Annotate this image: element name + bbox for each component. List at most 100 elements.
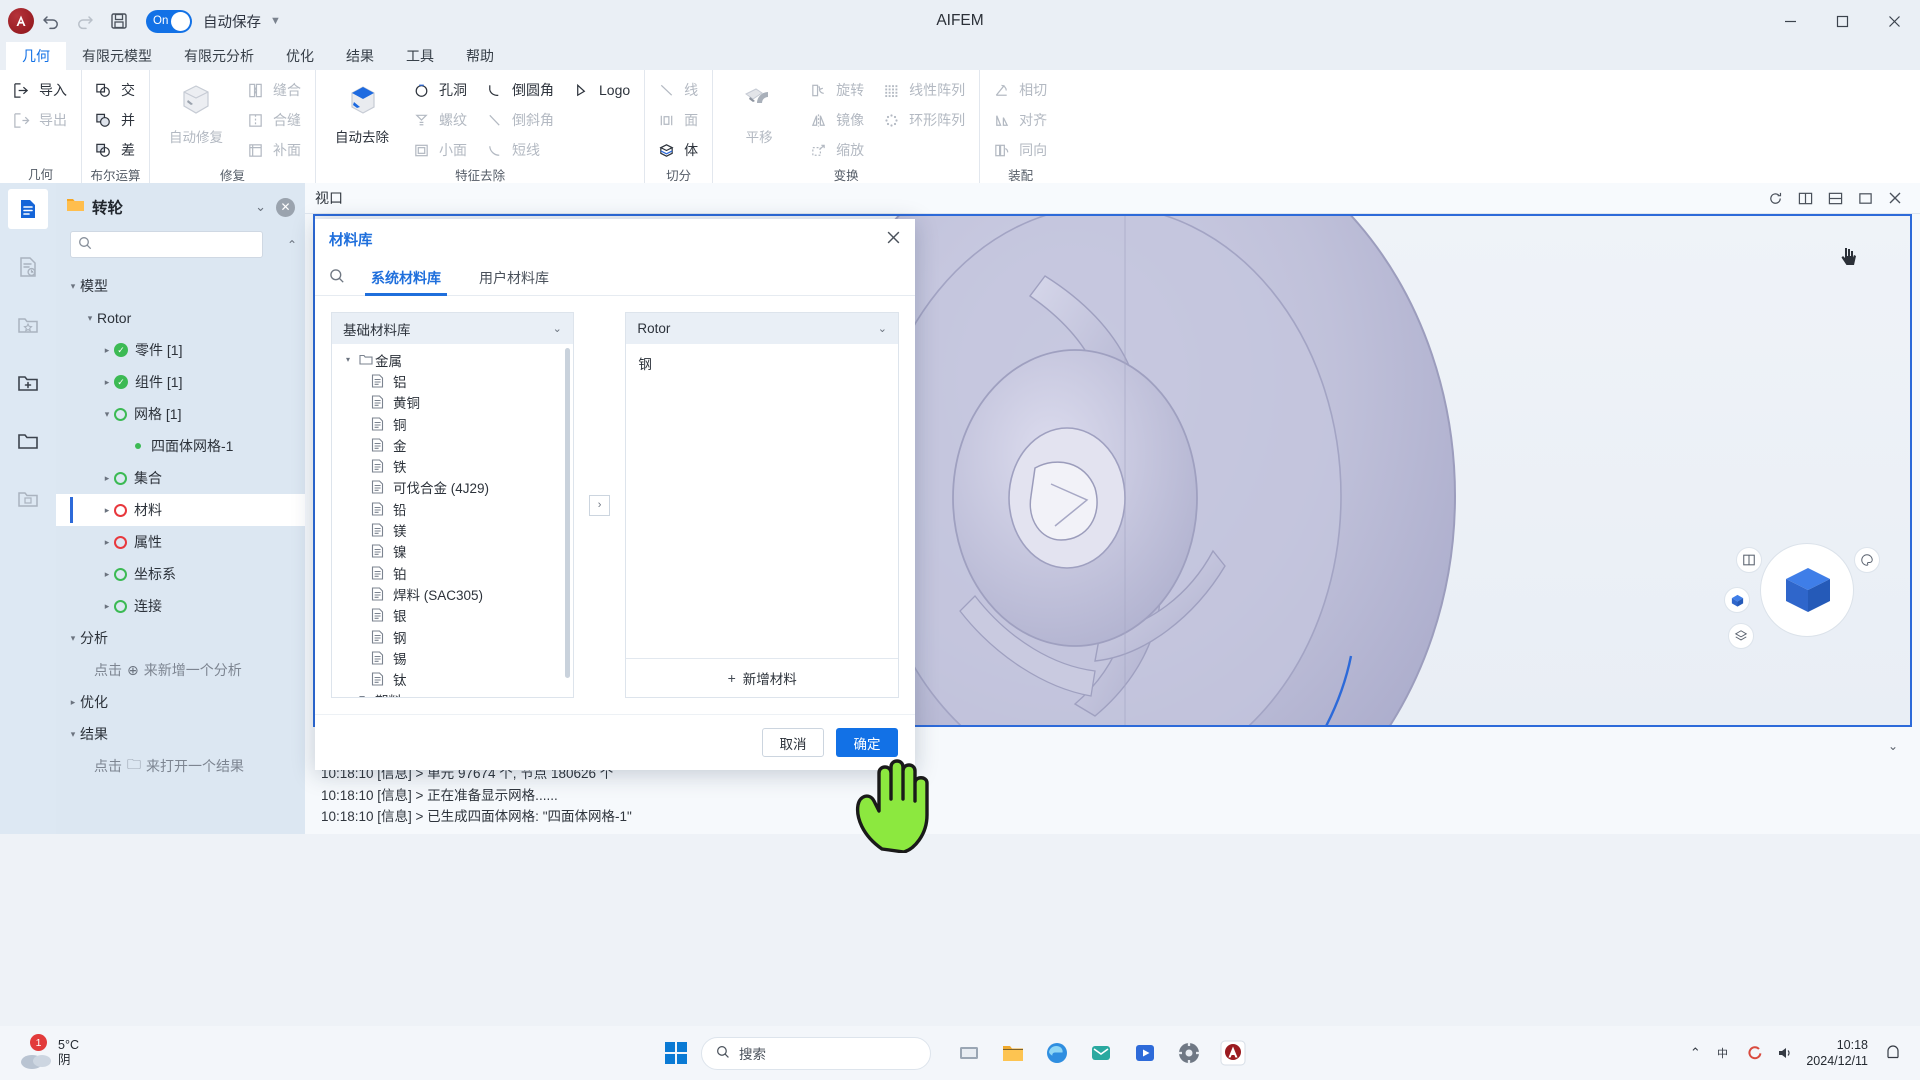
fillet-button[interactable]: 倒圆角 — [477, 75, 564, 105]
windows-start-icon[interactable] — [665, 1042, 687, 1064]
chevron-down-icon[interactable]: ▾ — [100, 409, 114, 420]
menu-tab-2[interactable]: 有限元分析 — [168, 42, 270, 70]
material-group-row[interactable]: ▸塑料 — [332, 690, 573, 697]
save-icon[interactable] — [102, 6, 136, 36]
material-item-row[interactable]: 镍 — [332, 541, 573, 562]
translate-button[interactable]: 平移 — [717, 75, 801, 146]
maximize-icon[interactable] — [1850, 185, 1880, 211]
rail-history-button[interactable] — [8, 247, 48, 287]
short-edge-button[interactable]: 短线 — [477, 135, 564, 165]
menu-tab-1[interactable]: 有限元模型 — [66, 42, 168, 70]
chevron-right-icon[interactable]: ▸ — [340, 696, 356, 697]
tree-node-网格1[interactable]: ▾网格 [1] — [56, 398, 305, 430]
chevron-down-icon[interactable]: ▾ — [66, 633, 80, 644]
minimize-button[interactable] — [1764, 0, 1816, 42]
menu-tab-5[interactable]: 工具 — [390, 42, 450, 70]
linear-pattern-button[interactable]: 线性阵列 — [874, 75, 975, 105]
tangent-button[interactable]: 相切 — [984, 75, 1057, 105]
intersect-button[interactable]: 交 — [86, 75, 145, 105]
tree-node-四面体网格-1[interactable]: 四面体网格-1 — [56, 430, 305, 462]
plus-circle-icon[interactable]: ⊕ — [127, 662, 139, 679]
material-item-row[interactable]: 黄铜 — [332, 392, 573, 413]
chevron-right-icon[interactable]: ▸ — [100, 601, 114, 612]
video-player-icon[interactable] — [1123, 1033, 1167, 1073]
merge-seam-button[interactable]: 合缝 — [238, 105, 311, 135]
material-item-row[interactable]: 铂 — [332, 562, 573, 583]
patch-face-button[interactable]: 补面 — [238, 135, 311, 165]
material-item-row[interactable]: 镁 — [332, 519, 573, 540]
stitch-button[interactable]: 缝合 — [238, 75, 311, 105]
chevron-down-icon[interactable]: ▾ — [340, 355, 356, 364]
sogou-icon[interactable] — [1740, 1036, 1770, 1070]
chevron-down-icon[interactable]: ▾ — [66, 281, 80, 292]
palette-icon[interactable] — [1854, 547, 1880, 573]
view-split-icon[interactable] — [1736, 547, 1762, 573]
ime-icon[interactable]: 中 — [1710, 1036, 1740, 1070]
assigned-material-list[interactable]: 钢 — [626, 344, 898, 658]
subtract-button[interactable]: 差 — [86, 135, 145, 165]
taskbar-search-box[interactable]: 搜索 — [701, 1037, 931, 1070]
logo-button[interactable]: Logo — [564, 75, 640, 105]
material-item-row[interactable]: 铅 — [332, 498, 573, 519]
assigned-material-item[interactable]: 钢 — [638, 353, 886, 373]
tree-node-零件1[interactable]: ▸✓零件 [1] — [56, 334, 305, 366]
tree-node-优化[interactable]: ▸优化 — [56, 686, 305, 718]
tree-node-组件1[interactable]: ▸✓组件 [1] — [56, 366, 305, 398]
material-tree[interactable]: ▾金属铝黄铜铜金铁可伐合金 (4J29)铅镁镍铂焊料 (SAC305)银钢锡钛▸… — [332, 344, 573, 697]
material-item-row[interactable]: 可伐合金 (4J29) — [332, 477, 573, 498]
undo-icon[interactable] — [34, 6, 68, 36]
mirror-button[interactable]: 镜像 — [801, 105, 874, 135]
chevron-right-icon[interactable]: ▸ — [66, 697, 80, 708]
close-icon[interactable] — [886, 230, 901, 250]
union-button[interactable]: 并 — [86, 105, 145, 135]
add-material-button[interactable]: + 新增材料 — [626, 658, 898, 697]
align-button[interactable]: 对齐 — [984, 105, 1057, 135]
settings-gear-icon[interactable] — [1167, 1033, 1211, 1073]
rail-archive-folder-button[interactable] — [8, 479, 48, 519]
rail-add-folder-button[interactable] — [8, 363, 48, 403]
import-button[interactable]: 导入 — [4, 75, 77, 105]
base-library-selector[interactable]: 基础材料库 ⌄ — [332, 313, 573, 344]
line-button[interactable]: 线 — [649, 75, 708, 105]
tab-system-material-library[interactable]: 系统材料库 — [365, 260, 447, 296]
autosave-toggle[interactable]: On — [146, 10, 192, 33]
chevron-right-icon[interactable]: ▸ — [100, 345, 114, 356]
tree-node-属性[interactable]: ▸属性 — [56, 526, 305, 558]
refresh-icon[interactable] — [1760, 185, 1790, 211]
maximize-button[interactable] — [1816, 0, 1868, 42]
tree-node-Rotor[interactable]: ▾Rotor — [56, 302, 305, 334]
chamfer-button[interactable]: 倒斜角 — [477, 105, 564, 135]
chevron-right-icon[interactable]: ▸ — [100, 569, 114, 580]
tree-node-模型[interactable]: ▾模型 — [56, 270, 305, 302]
body-button[interactable]: 体 — [649, 135, 708, 165]
menu-tab-3[interactable]: 优化 — [270, 42, 330, 70]
chevron-down-icon[interactable]: ▾ — [83, 313, 97, 324]
material-group-row[interactable]: ▾金属 — [332, 349, 573, 370]
tree-node-结果[interactable]: ▾结果 — [56, 718, 305, 750]
aifem-app-icon[interactable] — [1211, 1033, 1255, 1073]
chevron-down-icon[interactable]: ▼ — [270, 15, 281, 27]
face-button[interactable]: 面 — [649, 105, 708, 135]
view-cube[interactable] — [1780, 562, 1836, 618]
sort-icon[interactable]: ⌃ — [287, 238, 297, 252]
split-vertical-icon[interactable] — [1790, 185, 1820, 211]
chevron-right-icon[interactable]: ▸ — [100, 377, 114, 388]
close-button[interactable] — [1868, 0, 1920, 42]
layers-icon[interactable] — [1728, 623, 1754, 649]
add-analysis-hint[interactable]: 点击⊕来新增一个分析 — [56, 654, 305, 686]
search-icon[interactable] — [329, 268, 345, 288]
material-item-row[interactable]: 金 — [332, 434, 573, 455]
target-body-selector[interactable]: Rotor ⌄ — [626, 313, 898, 344]
taskbar-clock[interactable]: 10:18 2024/12/11 — [1806, 1037, 1868, 1069]
material-item-row[interactable]: 焊料 (SAC305) — [332, 583, 573, 604]
chevron-down-icon[interactable]: ⌄ — [1888, 739, 1898, 753]
show-hidden-icons-icon[interactable]: ⌃ — [1680, 1036, 1710, 1070]
tree-node-坐标系[interactable]: ▸坐标系 — [56, 558, 305, 590]
material-item-row[interactable]: 铜 — [332, 413, 573, 434]
rail-open-folder-button[interactable] — [8, 421, 48, 461]
rail-favorites-button[interactable] — [8, 305, 48, 345]
auto-repair-button[interactable]: 自动修复 — [154, 75, 238, 146]
redo-icon[interactable] — [68, 6, 102, 36]
small-face-button[interactable]: 小面 — [404, 135, 477, 165]
material-item-row[interactable]: 银 — [332, 605, 573, 626]
